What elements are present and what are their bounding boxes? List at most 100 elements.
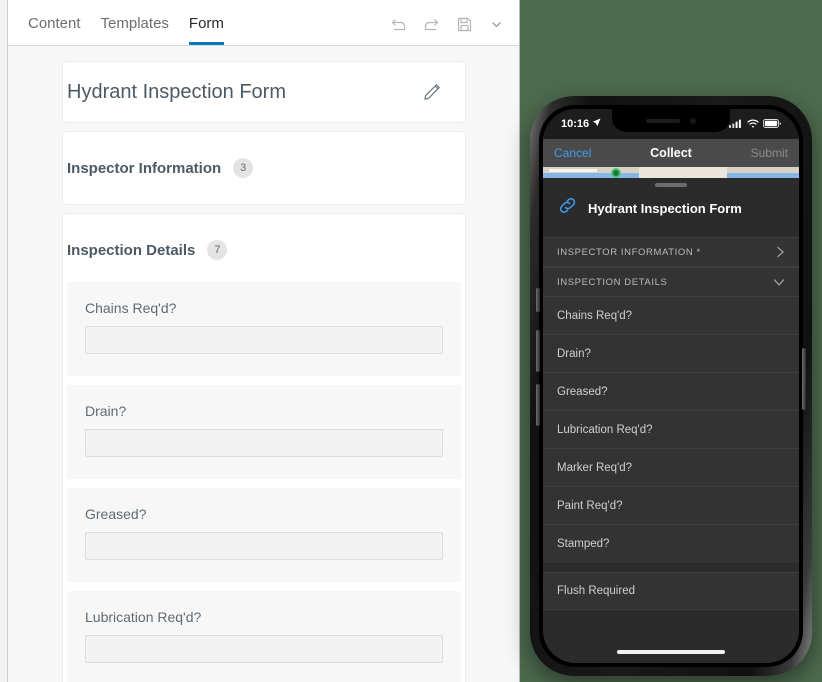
section-title: Inspector Information	[67, 159, 222, 177]
link-chain-icon	[557, 195, 578, 221]
group-header-label: INSPECTION DETAILS	[557, 276, 668, 288]
field-card[interactable]: Chains Req'd?	[67, 282, 461, 376]
map-road	[549, 169, 597, 172]
section-header: Inspector Information 3	[67, 158, 461, 178]
submit-button[interactable]: Submit	[751, 146, 788, 160]
map-location-pin-icon	[611, 168, 621, 178]
field-card[interactable]: Greased?	[67, 488, 461, 582]
sheet-title: Hydrant Inspection Form	[588, 200, 742, 216]
toolbar-actions	[390, 16, 519, 45]
list-item[interactable]: Chains Req'd?	[543, 297, 799, 335]
collect-navbar: Cancel Collect Submit	[543, 139, 799, 167]
section-title: Inspection Details	[67, 241, 196, 259]
undo-icon[interactable]	[390, 16, 407, 33]
phone-volume-up-button	[536, 330, 540, 372]
phone-screen: 10:16 Cancel Collect Submit Hydrant Insp…	[543, 109, 799, 663]
group-header-label: INSPECTOR INFORMATION *	[557, 246, 701, 258]
phone-mute-switch	[536, 288, 540, 312]
phone-power-button	[802, 348, 806, 410]
list-item-label: Marker Req'd?	[557, 461, 633, 474]
phone-preview-stage: 10:16 Cancel Collect Submit Hydrant Insp…	[520, 0, 822, 682]
status-badge: 3	[233, 158, 254, 178]
phone-volume-down-button	[536, 384, 540, 426]
field-input-chains-reqd[interactable]	[85, 326, 443, 354]
section-header: Inspection Details 7	[67, 240, 461, 260]
list-item[interactable]: Drain?	[543, 335, 799, 373]
field-input-lubrication-reqd[interactable]	[85, 635, 443, 663]
group-separator	[543, 563, 799, 572]
status-bar: 10:16	[543, 109, 799, 139]
tab-content[interactable]: Content	[18, 16, 91, 45]
sheet-header: Hydrant Inspection Form	[543, 187, 799, 237]
list-item-label: Lubrication Req'd?	[557, 423, 653, 436]
chevron-down-icon[interactable]	[489, 17, 504, 32]
battery-icon	[763, 115, 781, 133]
group-header-inspection-details[interactable]: INSPECTION DETAILS	[543, 267, 799, 297]
status-badge: 7	[207, 240, 228, 260]
redo-icon[interactable]	[423, 16, 440, 33]
section-inspector-information[interactable]: Inspector Information 3	[63, 132, 465, 204]
app-toolbar: Content Templates Form	[8, 0, 519, 46]
chevron-right-icon	[776, 246, 785, 258]
group-inspector-information: INSPECTOR INFORMATION *	[543, 237, 799, 267]
screenshot-root: Content Templates Form Hydrant Inspectio…	[0, 0, 822, 682]
field-label: Chains Req'd?	[85, 300, 177, 316]
home-indicator[interactable]	[617, 650, 725, 654]
tab-form-label: Form	[188, 15, 224, 32]
list-item[interactable]: Greased?	[543, 373, 799, 411]
wifi-icon	[747, 115, 759, 133]
location-arrow-icon	[592, 118, 601, 130]
phone-device-frame: 10:16 Cancel Collect Submit Hydrant Insp…	[530, 96, 812, 676]
list-item-label: Stamped?	[557, 538, 610, 550]
phone-notch	[612, 109, 730, 132]
tab-templates[interactable]: Templates	[91, 16, 179, 45]
group-inspection-details: INSPECTION DETAILS Chains Req'd? Drain? …	[543, 267, 799, 563]
form-designer-panel: Content Templates Form Hydrant Inspectio…	[0, 0, 520, 682]
chevron-down-icon	[773, 278, 785, 287]
list-item-label: Flush Required	[557, 585, 635, 597]
collapsed-sidebar-rail	[0, 0, 8, 682]
section-inspection-details[interactable]: Inspection Details 7 Chains Req'd? Drain…	[63, 214, 465, 682]
list-item-label: Paint Req'd?	[557, 499, 623, 512]
list-item[interactable]: Flush Required	[543, 572, 799, 610]
earpiece-speaker	[646, 118, 680, 123]
field-label: Greased?	[85, 506, 147, 522]
list-item[interactable]: Paint Req'd?	[543, 487, 799, 525]
list-item-label: Chains Req'd?	[557, 309, 633, 322]
cancel-button[interactable]: Cancel	[554, 146, 591, 160]
map-land-patch	[639, 167, 727, 178]
page-title: Hydrant Inspection Form	[67, 80, 286, 103]
field-label: Lubrication Req'd?	[85, 609, 202, 625]
status-time: 10:16	[561, 118, 590, 130]
group-header-inspector-information[interactable]: INSPECTOR INFORMATION *	[543, 237, 799, 267]
field-input-drain[interactable]	[85, 429, 443, 457]
status-indicators	[729, 115, 781, 133]
list-item[interactable]: Lubrication Req'd?	[543, 411, 799, 449]
phone-bezel: 10:16 Cancel Collect Submit Hydrant Insp…	[539, 105, 803, 667]
field-label: Drain?	[85, 403, 127, 419]
tab-bar: Content Templates Form	[18, 0, 234, 45]
cellular-signal-icon	[729, 115, 743, 133]
status-clock: 10:16	[561, 118, 601, 130]
list-item[interactable]: Marker Req'd?	[543, 449, 799, 487]
list-item[interactable]: Stamped?	[543, 525, 799, 563]
tab-content-label: Content	[28, 15, 81, 32]
tab-templates-label: Templates	[100, 15, 169, 32]
form-builder-canvas: Hydrant Inspection Form Inspector Inform…	[8, 46, 519, 682]
tab-form[interactable]: Form	[179, 16, 234, 45]
group-flush-required: Flush Required	[543, 572, 799, 610]
map-background-strip[interactable]	[543, 167, 799, 178]
field-input-greased[interactable]	[85, 532, 443, 560]
field-card[interactable]: Lubrication Req'd?	[67, 591, 461, 682]
save-icon[interactable]	[456, 16, 473, 33]
sheet-empty-space	[543, 610, 799, 641]
pencil-icon[interactable]	[419, 79, 445, 105]
front-camera-icon	[690, 117, 696, 124]
form-title-card: Hydrant Inspection Form	[63, 62, 465, 122]
collect-form-sheet: Hydrant Inspection Form INSPECTOR INFORM…	[543, 178, 799, 663]
field-card[interactable]: Drain?	[67, 385, 461, 479]
home-indicator-area	[543, 641, 799, 663]
list-item-label: Greased?	[557, 385, 608, 398]
field-list: Chains Req'd? Drain? Greased? Lubricatio…	[67, 282, 461, 682]
list-item-label: Drain?	[557, 347, 591, 360]
